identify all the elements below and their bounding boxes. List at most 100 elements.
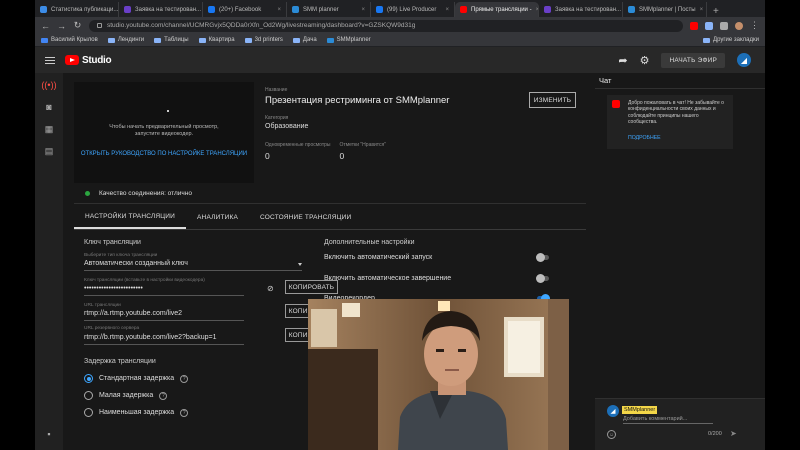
latency-option[interactable]: Малая задержка ? [84,391,168,400]
setup-guide-link[interactable]: ОТКРЫТЬ РУКОВОДСТВО ПО НАСТРОЙКЕ ТРАНСЛЯ… [74,151,254,157]
webcam-video [308,299,569,450]
go-live-button[interactable]: НАЧАТЬ ЭФИР [661,52,725,68]
browser-toolbar: ← → ↻ studio.youtube.com/channel/UCMRGvj… [35,17,765,34]
latency-heading: Задержка трансляции [84,358,156,365]
other-bookmarks[interactable]: Другие закладки [703,37,759,43]
forward-icon[interactable]: → [57,21,66,31]
key-type-select[interactable]: Автоматически созданный ключ [84,260,302,271]
help-icon[interactable]: ? [159,391,168,400]
help-icon[interactable]: ? [180,408,189,417]
latency-option[interactable]: Стандартная задержка ? [84,374,189,383]
stream-key-caption: Ключ трансляции (вставьте в настройки ви… [84,278,205,283]
browser-tab[interactable]: (99) Live Producer × [371,2,455,17]
bookmark-label: Лендинги [117,37,145,43]
browser-tab[interactable]: Статистика публикаци...× [35,2,119,17]
tab-title: SMMplanner | Посты [639,6,696,13]
back-icon[interactable]: ← [41,21,50,31]
studio-logo[interactable]: Studio [65,55,112,66]
lock-icon [97,23,102,28]
tab-favicon-icon [292,6,299,13]
viewers-stat: Одновременные просмотры 0 [265,142,331,161]
bookmark-label: 3d printers [254,37,283,43]
stream-key-field[interactable]: •••••••••••••••••••••••• [84,285,244,296]
edit-button[interactable]: ИЗМЕНИТЬ [529,92,576,108]
bookmark-folder[interactable]: 3d printers [244,37,283,43]
loading-dot [167,110,169,112]
extension-icon[interactable] [720,21,728,30]
latency-option[interactable]: Наименьшая задержка ? [84,408,189,417]
menu-icon[interactable] [45,56,55,64]
feedback-icon[interactable]: ▪ [35,424,63,444]
bookmark-label: SMMplanner [336,37,371,43]
channel-avatar[interactable]: ◢ [737,53,751,67]
browser-tab[interactable]: (20+) Facebook × [203,2,287,17]
backup-url-field[interactable]: rtmp://b.rtmp.youtube.com/live2?backup=1 [84,334,244,345]
camera-icon[interactable]: ◙ [35,97,63,117]
likes-stat: Отметки "Нравится" 0 [340,142,387,161]
browser-tab[interactable]: SMM planner × [287,2,371,17]
reload-icon[interactable]: ↻ [73,20,82,31]
learn-more-link[interactable]: ПОДРОБНЕЕ [628,135,661,141]
bookmark-folder[interactable]: Лендинги [107,37,145,43]
emoji-icon[interactable]: ☺ [607,430,616,439]
preview-message: Чтобы начать предварительный просмотр, з… [109,124,219,137]
chat-input[interactable]: Добавить комментарий... [623,416,713,424]
tab-close-icon[interactable]: × [700,7,704,13]
tab-stream-settings[interactable]: НАСТРОЙКИ ТРАНСЛЯЦИИ [74,205,187,229]
help-icon[interactable]: ? [180,374,189,383]
youtube-notice-icon [612,100,620,108]
copy-key-button[interactable]: КОПИРОВАТЬ [285,280,338,294]
viewers-caption: Одновременные просмотры [265,142,331,148]
tab-analytics[interactable]: АНАЛИТИКА [186,205,249,229]
tab-stream-health[interactable]: СОСТОЯНИЕ ТРАНСЛЯЦИИ [249,205,362,229]
folder-icon [107,37,115,43]
chat-title: Чат [599,76,612,85]
bookmark-folder[interactable]: Квартира [198,37,235,43]
stream-live-icon[interactable]: ((•)) [35,75,63,95]
chevron-down-icon [298,263,302,266]
browser-menu-icon[interactable]: ⋮ [750,20,759,31]
bookmark-folder[interactable]: Дача [292,37,317,43]
bookmark-item[interactable]: SMMplanner [326,37,371,43]
connection-status: Качество соединения: отлично [74,183,586,204]
extension-icon[interactable] [690,21,698,30]
tab-favicon-icon [544,6,551,13]
bookmark-icon [326,37,334,43]
auto-start-setting: Включить автоматический запуск [324,253,549,262]
send-icon[interactable]: ➤ [730,429,737,438]
stream-category: Образование [265,123,309,130]
tab-close-icon[interactable]: × [445,7,449,13]
new-tab-icon[interactable]: + [707,6,725,17]
profile-avatar[interactable] [735,21,743,30]
browser-tab[interactable]: Заявка на тестирован...× [119,2,203,17]
webcam-overlay [308,299,569,450]
dashboard-tabs: НАСТРОЙКИ ТРАНСЛЯЦИИ АНАЛИТИКА СОСТОЯНИЕ… [74,205,586,230]
tab-close-icon[interactable]: × [277,7,281,13]
hide-key-icon[interactable]: ⊘ [267,284,274,293]
tab-close-icon[interactable]: × [361,7,365,13]
bookmark-icon [41,37,48,43]
likes-count: 0 [339,151,345,161]
browser-tab[interactable]: SMMplanner | Посты × [623,2,707,17]
browser-tab[interactable]: Заявка на тестирован...× [539,2,623,17]
chat-welcome-notice: Добро пожаловать в чат! Не забывайте о к… [607,95,733,149]
share-icon[interactable]: ➦ [618,54,627,67]
chat-menu-icon[interactable]: ⋮ [763,76,766,85]
gear-icon[interactable]: ⚙ [640,54,650,67]
bookmark-label: Василий Крылов [51,37,98,43]
chat-header: Чат ⋮ [595,73,765,89]
auto-stop-toggle[interactable] [536,274,549,283]
extension-icon[interactable] [705,21,713,30]
stream-manage-icon[interactable]: ▤ [35,141,63,161]
bookmark-folder[interactable]: Таблицы [154,37,189,43]
chat-input-area: ◢ SMMplanner Добавить комментарий... ☺ 0… [595,398,765,450]
auto-stop-label: Включить автоматическое завершение [324,275,452,282]
calendar-icon[interactable]: ▦ [35,119,63,139]
bookmarks-bar: Василий Крылов Лендинги Таблицы Квартира… [35,34,765,47]
screen: Статистика публикаци...× Заявка на тести… [35,0,765,450]
address-bar[interactable]: studio.youtube.com/channel/UCMRGvjx5QDDa… [89,19,683,32]
stream-url-field[interactable]: rtmp://a.rtmp.youtube.com/live2 [84,310,244,321]
auto-start-toggle[interactable] [536,253,549,262]
browser-tab-active[interactable]: Прямые трансляции - × [455,2,539,17]
bookmark-item[interactable]: Василий Крылов [41,37,98,43]
